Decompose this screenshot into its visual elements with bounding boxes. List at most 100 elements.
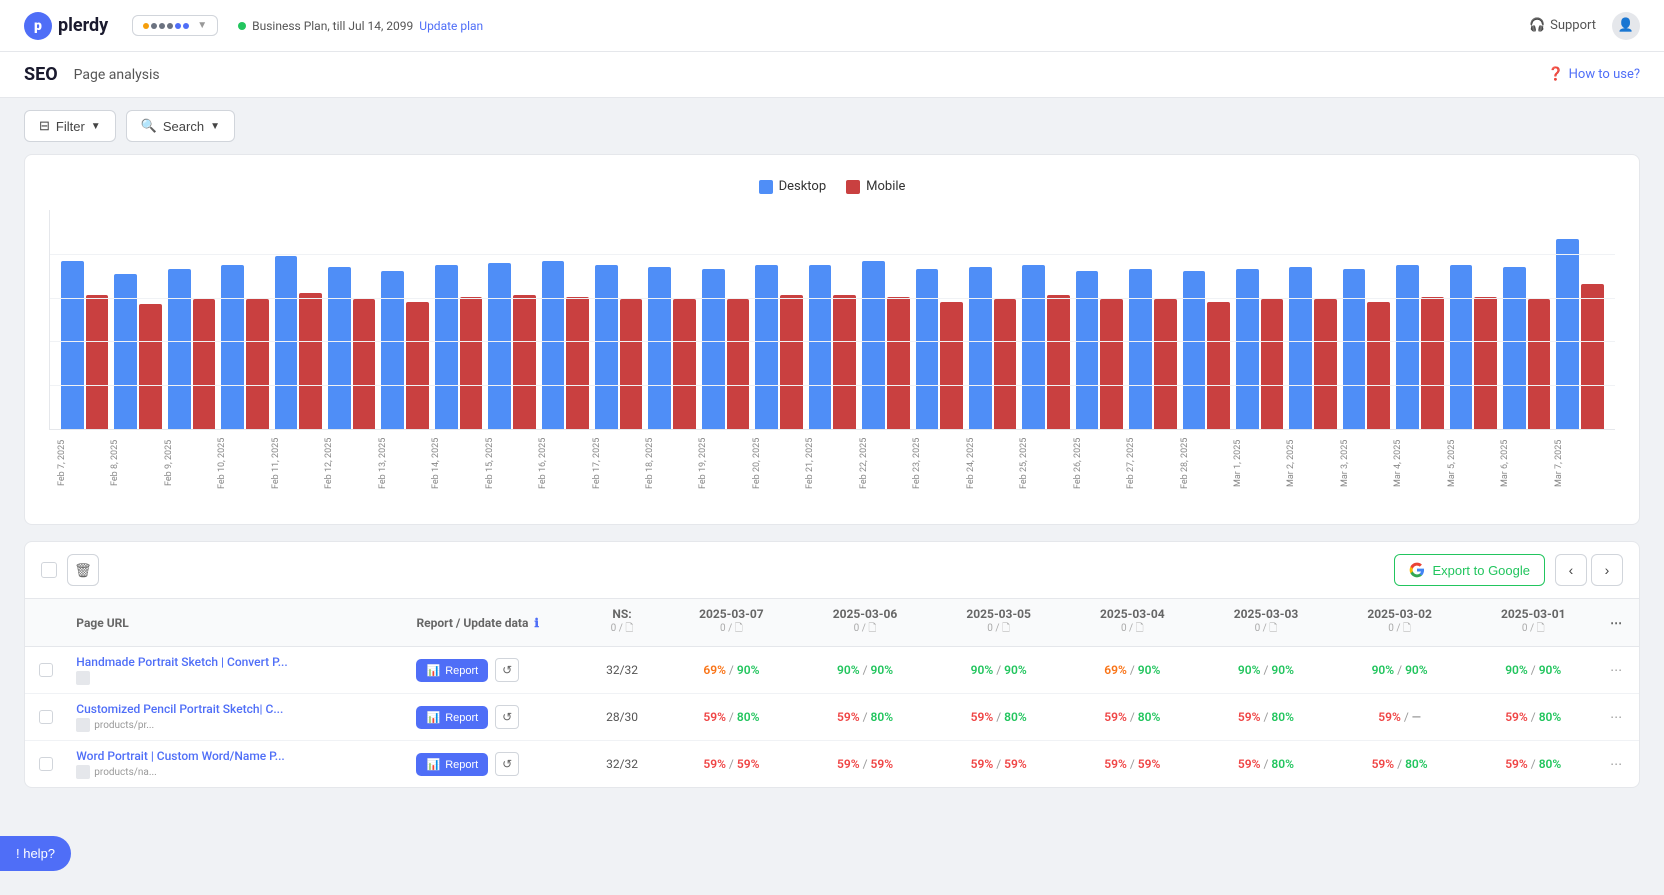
report-button[interactable]: 📊 Report [416,753,488,776]
date-6-sub: 0 / 🗋 [1476,621,1590,638]
page-url-link[interactable]: Customized Pencil Portrait Sketch| C... [76,702,283,716]
filter-chevron-icon: ▼ [91,121,101,132]
url-path: products/na... [94,767,156,778]
score-divider: / [996,710,1004,724]
score-cell-2: 90% / 90% [932,647,1066,694]
row-checkbox[interactable] [39,710,53,724]
headset-icon: 🎧 [1529,18,1545,33]
bar-desktop [862,261,885,429]
report-icon: 📊 [426,664,440,677]
bar-desktop [1343,269,1366,429]
question-icon: ❓ [1547,67,1563,82]
search-chevron-icon: ▼ [210,121,220,132]
desktop-score: 69% [703,663,726,677]
google-icon [1409,562,1425,578]
how-to-use-link[interactable]: ❓ How to use? [1547,67,1640,82]
bar-desktop [969,267,992,429]
th-checkbox [25,599,66,647]
bar-desktop [275,256,298,429]
ns-cell: 32/32 [580,647,665,694]
row-checkbox[interactable] [39,757,53,771]
chart-date-label: Mar 5, 2025 [1447,430,1500,500]
chart-date-label: Mar 2, 2025 [1286,430,1339,500]
filter-button[interactable]: ⊟ Filter ▼ [24,110,116,142]
bar-mobile [833,295,856,429]
favicon-icon [76,671,90,685]
refresh-button[interactable]: ↺ [495,658,519,682]
plan-label: Business Plan, till Jul 14, 2099 [252,19,413,33]
score-cell-0: 59% / 80% [665,694,799,741]
search-icon: 🔍 [141,118,157,134]
bar-desktop [328,267,351,429]
legend-mobile: Mobile [846,179,905,194]
bar-mobile [460,297,483,429]
export-google-button[interactable]: Export to Google [1394,554,1545,586]
more-options[interactable]: ⋯ [1600,741,1639,788]
report-icon: 📊 [426,711,440,724]
next-page-button[interactable]: › [1591,554,1623,586]
score-cell-5: 59% / — [1333,694,1467,741]
score-cell-5: 59% / 80% [1333,741,1467,788]
bar-mobile [1421,297,1444,429]
bar-mobile [1047,295,1070,429]
score-divider: / [1130,663,1138,677]
user-avatar[interactable]: 👤 [1612,12,1640,40]
bar-mobile [86,295,109,429]
bar-mobile [1528,299,1551,429]
url-path: products/pr... [94,720,154,731]
plan-selector[interactable]: ▼ [132,15,218,36]
report-button[interactable]: 📊 Report [416,659,488,682]
page-header: SEO Page analysis ❓ How to use? [0,52,1664,98]
page-url-link[interactable]: Word Portrait | Custom Word/Name P... [76,749,284,763]
chart-date-label: Feb 28, 2025 [1180,430,1233,500]
more-options[interactable]: ⋯ [1600,694,1639,741]
support-button[interactable]: 🎧 Support [1529,18,1596,33]
desktop-checkbox[interactable] [759,180,773,194]
bar-group [1180,271,1233,429]
mobile-score: 90% [1138,663,1161,677]
chart-date-label: Mar 1, 2025 [1233,430,1286,500]
refresh-button[interactable]: ↺ [495,705,519,729]
bar-desktop [435,265,458,429]
table-row: Customized Pencil Portrait Sketch| C... … [25,694,1639,741]
bar-desktop [809,265,832,429]
chart-date-labels: Feb 7, 2025Feb 8, 2025Feb 9, 2025Feb 10,… [49,430,1615,500]
report-button[interactable]: 📊 Report [416,706,488,729]
mobile-score: 80% [1271,710,1294,724]
select-all-checkbox[interactable] [41,562,57,578]
mobile-score: 59% [1138,757,1161,771]
help-button[interactable]: ! help? [0,836,71,871]
mobile-checkbox[interactable] [846,180,860,194]
page-url-link[interactable]: Handmade Portrait Sketch | Convert P... [76,655,287,669]
chart-section: Desktop Mobile Feb 7, 2025Feb 8, 2025Feb… [24,154,1640,525]
chart-date-label: Mar 3, 2025 [1340,430,1393,500]
score-cell-0: 59% / 59% [665,741,799,788]
refresh-button[interactable]: ↺ [495,752,519,776]
prev-page-button[interactable]: ‹ [1555,554,1587,586]
logo[interactable]: p plerdy [24,12,108,40]
search-button[interactable]: 🔍 Search ▼ [126,110,235,142]
desktop-score: 90% [837,663,860,677]
row-checkbox[interactable] [39,663,53,677]
chart-date-label: Feb 22, 2025 [859,430,912,500]
bar-mobile [246,299,269,429]
date-2-label: 2025-03-05 [942,607,1056,621]
update-plan-link[interactable]: Update plan [419,19,483,33]
chart-date-label: Feb 13, 2025 [378,430,431,500]
delete-button[interactable]: 🗑 [67,554,99,586]
desktop-score: 69% [1104,663,1127,677]
bar-group [325,267,378,429]
chart-date-label: Mar 7, 2025 [1554,430,1607,500]
legend-desktop: Desktop [759,179,827,194]
score-cell-1: 59% / 59% [798,741,932,788]
bar-mobile [566,297,589,429]
bar-desktop [1396,265,1419,429]
date-0-sub: 0 / 🗋 [675,621,789,638]
mobile-score: 80% [1138,710,1161,724]
more-options[interactable]: ⋯ [1600,647,1639,694]
bar-mobile [1314,299,1337,429]
mobile-score: 80% [1539,757,1562,771]
dot4 [167,23,173,29]
bar-mobile [1261,299,1284,429]
score-divider: / [1397,663,1405,677]
